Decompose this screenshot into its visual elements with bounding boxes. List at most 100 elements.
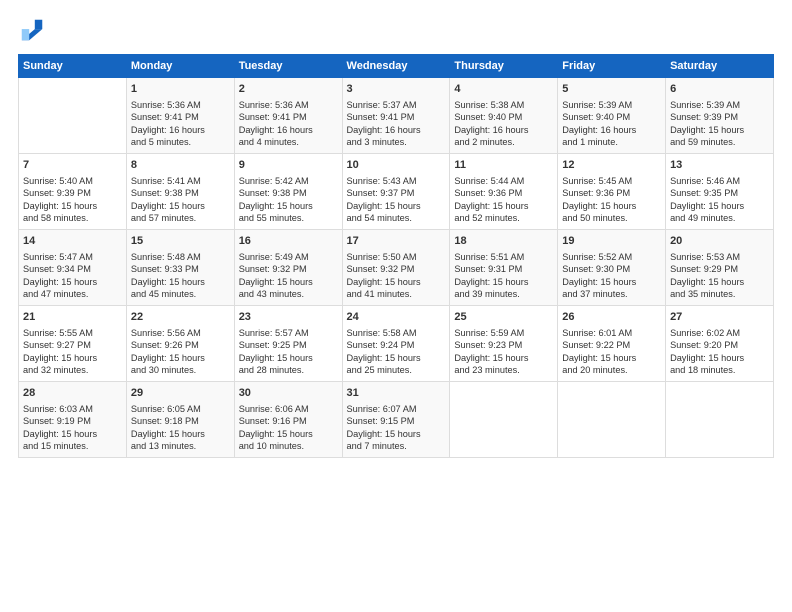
calendar-cell: 8Sunrise: 5:41 AMSunset: 9:38 PMDaylight… — [126, 154, 234, 230]
cell-line: Sunset: 9:32 PM — [347, 263, 446, 275]
cell-line: Sunset: 9:38 PM — [239, 187, 338, 199]
cell-line: Sunset: 9:33 PM — [131, 263, 230, 275]
cell-line: Sunrise: 5:39 AM — [670, 99, 769, 111]
cell-line: and 15 minutes. — [23, 440, 122, 452]
day-number: 21 — [23, 310, 122, 325]
calendar-cell: 4Sunrise: 5:38 AMSunset: 9:40 PMDaylight… — [450, 78, 558, 154]
cell-line: Sunset: 9:39 PM — [23, 187, 122, 199]
cell-line: Daylight: 15 hours — [23, 276, 122, 288]
cell-line: and 35 minutes. — [670, 288, 769, 300]
day-number: 12 — [562, 158, 661, 173]
calendar-cell — [558, 382, 666, 458]
calendar-cell: 28Sunrise: 6:03 AMSunset: 9:19 PMDayligh… — [19, 382, 127, 458]
day-number: 10 — [347, 158, 446, 173]
calendar-cell — [666, 382, 774, 458]
cell-line: Sunset: 9:32 PM — [239, 263, 338, 275]
cell-line: Daylight: 15 hours — [347, 200, 446, 212]
calendar-cell: 23Sunrise: 5:57 AMSunset: 9:25 PMDayligh… — [234, 306, 342, 382]
cell-line: Daylight: 15 hours — [23, 428, 122, 440]
cell-line: and 13 minutes. — [131, 440, 230, 452]
cell-line: Daylight: 15 hours — [131, 352, 230, 364]
calendar-cell: 19Sunrise: 5:52 AMSunset: 9:30 PMDayligh… — [558, 230, 666, 306]
day-number: 22 — [131, 310, 230, 325]
day-number: 1 — [131, 82, 230, 97]
cell-line: Sunset: 9:40 PM — [562, 111, 661, 123]
cell-line: and 20 minutes. — [562, 364, 661, 376]
calendar-cell: 1 Sunrise: 5:36 AMSunset: 9:41 PMDaylight… — [126, 78, 234, 154]
page: SundayMondayTuesdayWednesdayThursdayFrid… — [0, 0, 792, 612]
cell-line: and 50 minutes. — [562, 212, 661, 224]
cell-line: and 23 minutes. — [454, 364, 553, 376]
cell-line: Sunrise: 5:43 AM — [347, 175, 446, 187]
cell-line: Sunrise: 5:38 AM — [454, 99, 553, 111]
calendar-cell: 21Sunrise: 5:55 AMSunset: 9:27 PMDayligh… — [19, 306, 127, 382]
cell-line: Daylight: 15 hours — [670, 200, 769, 212]
calendar-cell: 9Sunrise: 5:42 AMSunset: 9:38 PMDaylight… — [234, 154, 342, 230]
cell-line: Sunrise: 5:52 AM — [562, 251, 661, 263]
calendar-cell: 26Sunrise: 6:01 AMSunset: 9:22 PMDayligh… — [558, 306, 666, 382]
col-header-sunday: Sunday — [19, 55, 127, 78]
cell-line: and 5 minutes. — [131, 136, 230, 148]
day-number: 17 — [347, 234, 446, 249]
cell-line: Daylight: 15 hours — [670, 352, 769, 364]
calendar-cell: 15Sunrise: 5:48 AMSunset: 9:33 PMDayligh… — [126, 230, 234, 306]
cell-line: and 4 minutes. — [239, 136, 338, 148]
week-row-5: 28Sunrise: 6:03 AMSunset: 9:19 PMDayligh… — [19, 382, 774, 458]
calendar-cell: 5Sunrise: 5:39 AMSunset: 9:40 PMDaylight… — [558, 78, 666, 154]
cell-line: Sunset: 9:16 PM — [239, 415, 338, 427]
cell-line: and 1 minute. — [562, 136, 661, 148]
cell-line: Sunrise: 5:48 AM — [131, 251, 230, 263]
cell-line: Sunrise: 5:36 AM — [131, 99, 230, 111]
cell-line: Sunset: 9:40 PM — [454, 111, 553, 123]
cell-line: Sunrise: 5:49 AM — [239, 251, 338, 263]
calendar-table: SundayMondayTuesdayWednesdayThursdayFrid… — [18, 54, 774, 458]
cell-line: Sunset: 9:31 PM — [454, 263, 553, 275]
calendar-cell: 11Sunrise: 5:44 AMSunset: 9:36 PMDayligh… — [450, 154, 558, 230]
cell-line: and 57 minutes. — [131, 212, 230, 224]
week-row-1: 1Sunrise: 5:36 AMSunset: 9:41 PMDaylight… — [19, 78, 774, 154]
day-number: 24 — [347, 310, 446, 325]
calendar-cell: 10Sunrise: 5:43 AMSunset: 9:37 PMDayligh… — [342, 154, 450, 230]
cell-line: Sunset: 9:41 PM — [347, 111, 446, 123]
cell-line: Sunset: 9:34 PM — [23, 263, 122, 275]
cell-line: Daylight: 15 hours — [239, 428, 338, 440]
cell-line: Daylight: 15 hours — [454, 276, 553, 288]
calendar-cell: 2Sunrise: 5:36 AMSunset: 9:41 PMDaylight… — [234, 78, 342, 154]
cell-line: Sunrise: 5:37 AM — [347, 99, 446, 111]
cell-line: and 45 minutes. — [131, 288, 230, 300]
cell-line: Daylight: 15 hours — [670, 276, 769, 288]
day-number: 14 — [23, 234, 122, 249]
cell-line: Daylight: 16 hours — [347, 124, 446, 136]
cell-line: Daylight: 15 hours — [23, 200, 122, 212]
week-row-2: 7Sunrise: 5:40 AMSunset: 9:39 PMDaylight… — [19, 154, 774, 230]
cell-line: Daylight: 15 hours — [562, 276, 661, 288]
day-number: 6 — [670, 82, 769, 97]
day-number: 26 — [562, 310, 661, 325]
cell-line: Sunset: 9:20 PM — [670, 339, 769, 351]
cell-line: Sunset: 9:41 PM — [131, 111, 230, 123]
cell-line: Daylight: 15 hours — [454, 200, 553, 212]
cell-line: Sunrise: 5:57 AM — [239, 327, 338, 339]
cell-line: Sunset: 9:23 PM — [454, 339, 553, 351]
calendar-cell: 27Sunrise: 6:02 AMSunset: 9:20 PMDayligh… — [666, 306, 774, 382]
cell-line: and 52 minutes. — [454, 212, 553, 224]
cell-line: and 41 minutes. — [347, 288, 446, 300]
day-number: 28 — [23, 386, 122, 401]
cell-line: Sunset: 9:29 PM — [670, 263, 769, 275]
cell-line: and 47 minutes. — [23, 288, 122, 300]
cell-line: and 37 minutes. — [562, 288, 661, 300]
cell-line: Sunrise: 5:56 AM — [131, 327, 230, 339]
calendar-cell: 22Sunrise: 5:56 AMSunset: 9:26 PMDayligh… — [126, 306, 234, 382]
calendar-cell — [450, 382, 558, 458]
calendar-cell: 6Sunrise: 5:39 AMSunset: 9:39 PMDaylight… — [666, 78, 774, 154]
cell-line: Sunrise: 5:46 AM — [670, 175, 769, 187]
cell-line: Daylight: 16 hours — [131, 124, 230, 136]
day-number: 27 — [670, 310, 769, 325]
day-number: 11 — [454, 158, 553, 173]
cell-line: Daylight: 15 hours — [347, 276, 446, 288]
day-number: 8 — [131, 158, 230, 173]
cell-line: and 43 minutes. — [239, 288, 338, 300]
cell-line: Sunrise: 5:42 AM — [239, 175, 338, 187]
cell-line: Daylight: 15 hours — [131, 200, 230, 212]
cell-line: Daylight: 15 hours — [239, 276, 338, 288]
